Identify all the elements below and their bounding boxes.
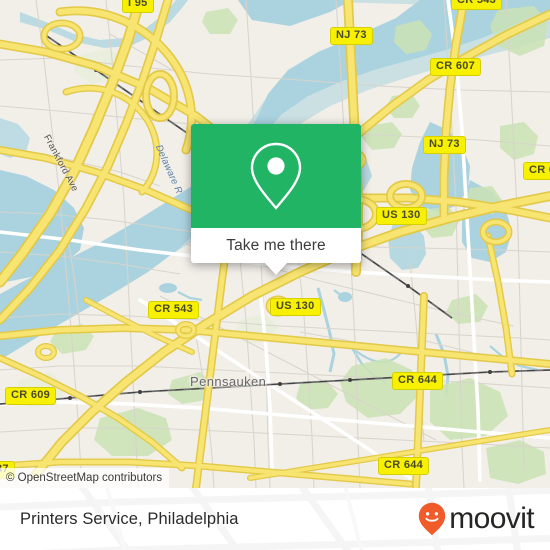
moovit-pin-smile-icon — [419, 502, 446, 536]
page-title: Printers Service, Philadelphia — [20, 509, 239, 528]
popup-action-panel[interactable]: Take me there — [191, 228, 361, 263]
map-pin-icon — [250, 142, 302, 210]
popup-icon-panel — [191, 124, 361, 228]
moovit-map-screen: Pennsauken Frankford Ave Delaware R I 95… — [0, 0, 550, 550]
osm-attribution[interactable]: © OpenStreetMap contributors — [0, 468, 170, 488]
location-popup-card[interactable]: Take me there — [191, 124, 361, 275]
footer-bar: Printers Service, Philadelphia moovit — [0, 488, 550, 550]
moovit-logo[interactable]: moovit — [418, 488, 535, 550]
map-canvas[interactable]: Pennsauken Frankford Ave Delaware R I 95… — [0, 0, 550, 488]
popup-pointer — [265, 263, 287, 275]
take-me-there-label: Take me there — [226, 236, 326, 254]
moovit-wordmark: moovit — [449, 502, 534, 535]
